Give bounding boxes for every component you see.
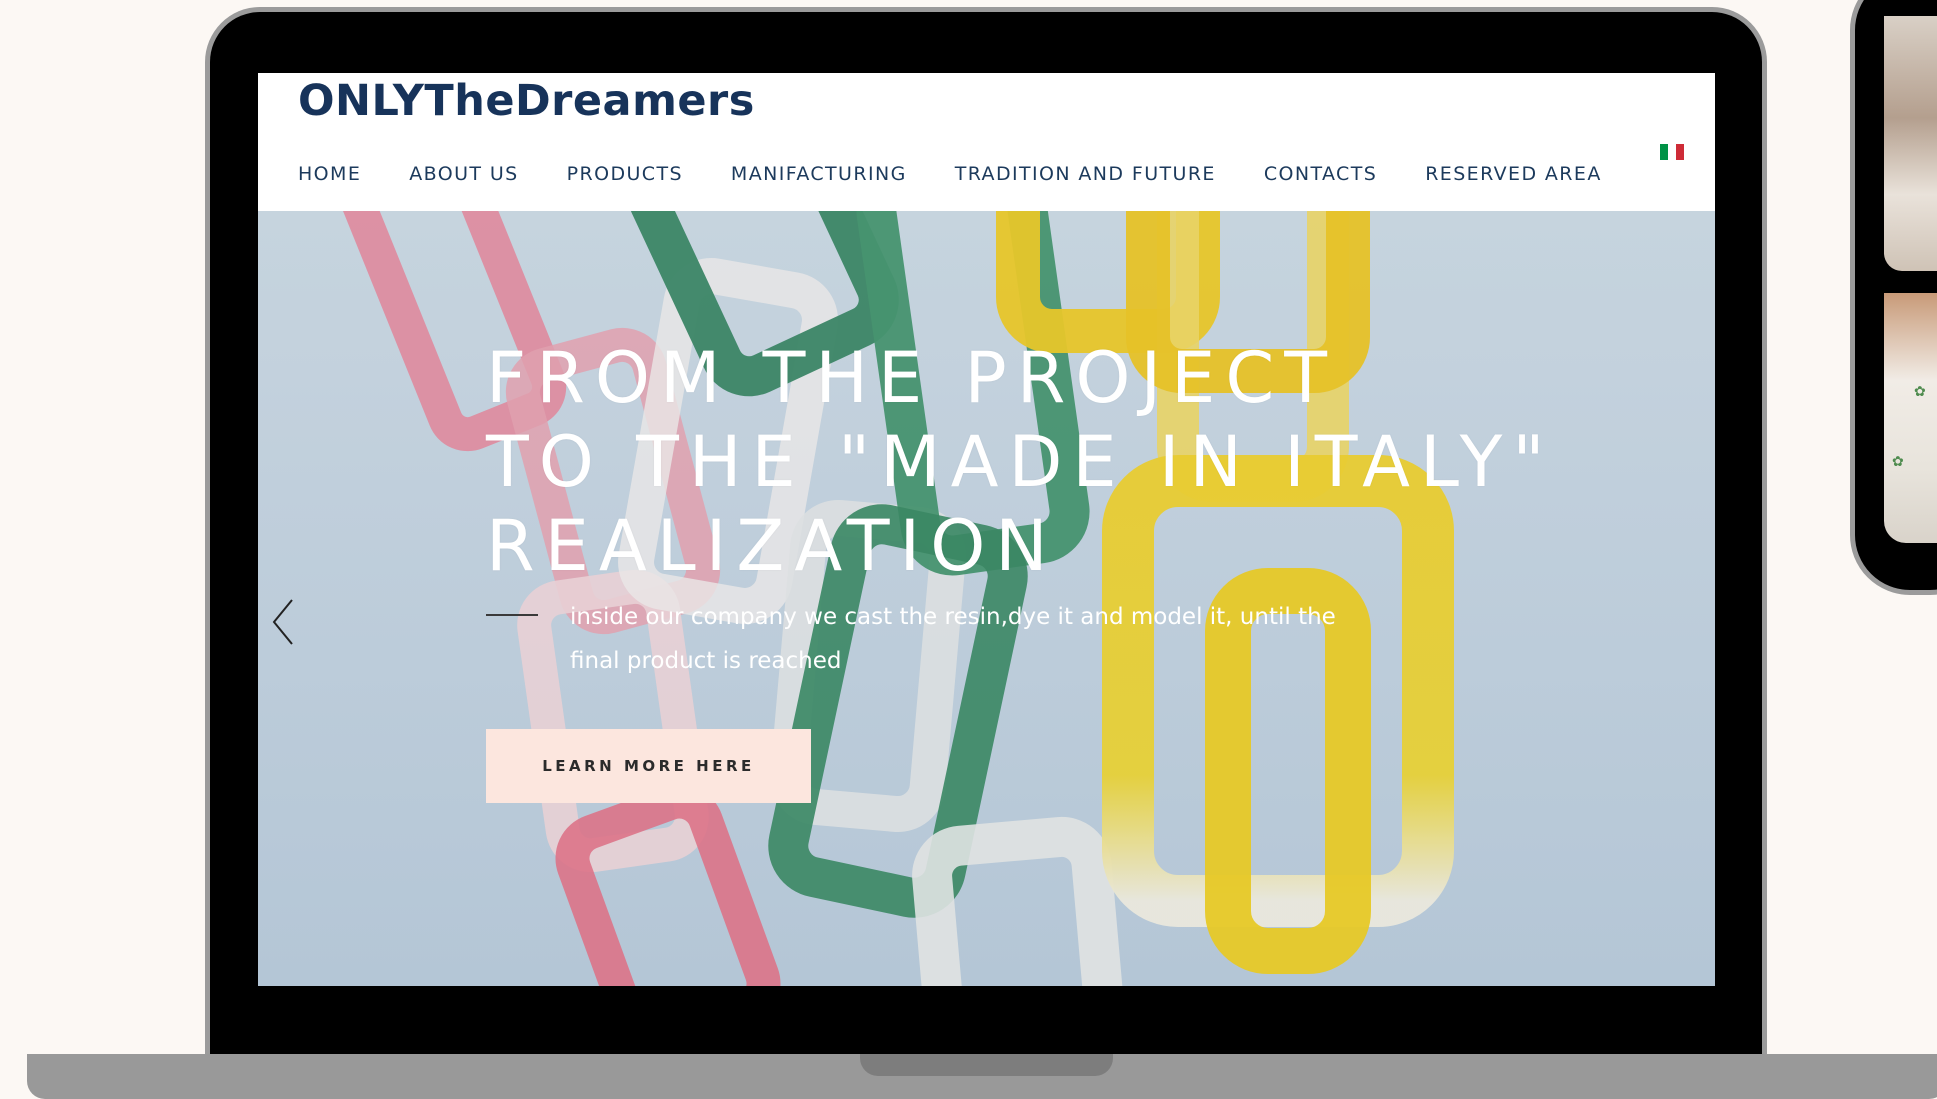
hero-title-line: FROM THE PROJECT xyxy=(486,337,1337,419)
hero-divider xyxy=(486,614,538,616)
chevron-left-icon[interactable] xyxy=(268,596,300,648)
leaf-icon: ✿ xyxy=(1892,453,1904,469)
hero-title-line: REALIZATION xyxy=(486,505,1058,587)
site-header: ONLYTheDreamers HOME ABOUT US PRODUCTS M… xyxy=(258,73,1715,211)
main-nav: HOME ABOUT US PRODUCTS MANIFACTURING TRA… xyxy=(298,161,1650,187)
hero-subtitle: inside our company we cast the resin,dye… xyxy=(570,604,1336,674)
site-logo[interactable]: ONLYTheDreamers xyxy=(298,76,755,126)
nav-item-tradition-and-future[interactable]: TRADITION AND FUTURE xyxy=(955,161,1216,187)
nav-item-products[interactable]: PRODUCTS xyxy=(567,161,683,187)
nav-item-about-us[interactable]: ABOUT US xyxy=(409,161,518,187)
website-screen: ONLYTheDreamers HOME ABOUT US PRODUCTS M… xyxy=(258,73,1715,986)
nav-item-contacts[interactable]: CONTACTS xyxy=(1264,161,1377,187)
side-device-image-top xyxy=(1884,16,1937,271)
learn-more-button[interactable]: LEARN MORE HERE xyxy=(486,729,811,803)
italy-flag-icon[interactable] xyxy=(1660,144,1684,160)
side-device-image-bottom: ✿ ✿ xyxy=(1884,293,1937,543)
nav-item-manifacturing[interactable]: MANIFACTURING xyxy=(731,161,907,187)
hero-slider: FROM THE PROJECT TO THE "MADE IN ITALY" … xyxy=(258,211,1715,986)
nav-item-reserved-area[interactable]: RESERVED AREA xyxy=(1425,161,1602,187)
laptop-notch xyxy=(860,1054,1113,1076)
hero-title-line: TO THE "MADE IN ITALY" xyxy=(486,421,1555,503)
leaf-icon: ✿ xyxy=(1914,383,1926,399)
hero-title: FROM THE PROJECT TO THE "MADE IN ITALY" … xyxy=(486,336,1586,588)
nav-item-home[interactable]: HOME xyxy=(298,161,361,187)
